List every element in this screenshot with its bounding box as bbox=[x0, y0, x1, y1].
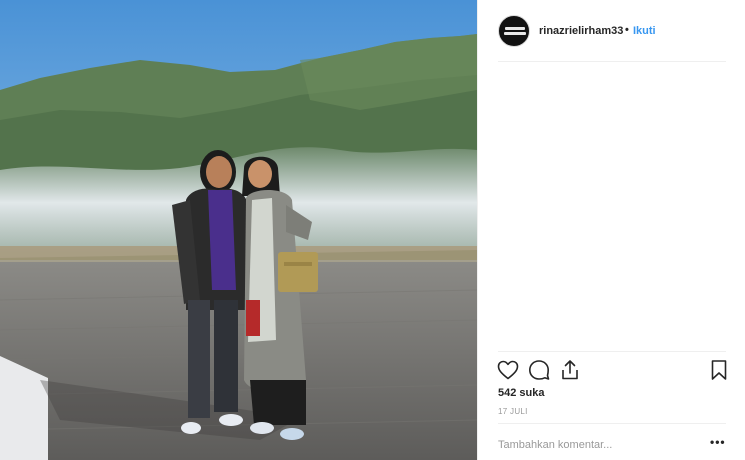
post-photo[interactable] bbox=[0, 0, 477, 460]
post-photo-image bbox=[0, 0, 477, 460]
share-button[interactable] bbox=[558, 358, 582, 382]
share-upload-icon bbox=[562, 360, 578, 380]
avatar-logo-mark bbox=[505, 27, 525, 30]
actions-divider bbox=[498, 351, 726, 352]
bookmark-icon bbox=[711, 360, 727, 380]
comment-bubble-icon bbox=[529, 360, 550, 380]
header-separator: • bbox=[625, 24, 629, 36]
avatar-logo-mark bbox=[504, 32, 526, 35]
post-header: rinazrielirham33 • Ikuti bbox=[478, 0, 745, 62]
likes-count[interactable]: 542 suka bbox=[498, 387, 544, 399]
action-bar bbox=[478, 356, 745, 386]
post-side-panel: rinazrielirham33 • Ikuti 542 suka 17 JUL… bbox=[477, 0, 745, 460]
comments-area[interactable] bbox=[478, 62, 745, 352]
more-options-icon[interactable]: ••• bbox=[710, 436, 726, 448]
like-button[interactable] bbox=[496, 358, 520, 382]
avatar[interactable] bbox=[498, 15, 530, 47]
save-button[interactable] bbox=[707, 358, 731, 382]
comment-divider bbox=[498, 423, 726, 424]
username-link[interactable]: rinazrielirham33 bbox=[539, 25, 623, 37]
comment-input[interactable] bbox=[498, 436, 698, 454]
follow-button[interactable]: Ikuti bbox=[633, 25, 656, 37]
comment-button[interactable] bbox=[527, 358, 551, 382]
heart-icon bbox=[497, 360, 519, 380]
post-date[interactable]: 17 JULI bbox=[498, 407, 528, 416]
